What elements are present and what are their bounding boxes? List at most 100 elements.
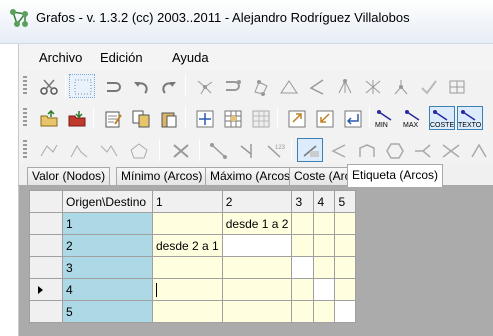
save-file-button[interactable]: [63, 106, 89, 130]
graph-angle-button[interactable]: [303, 74, 329, 98]
graph-shape-4-button[interactable]: [125, 138, 151, 162]
delete-graph-icon: [173, 144, 189, 158]
grid-cell[interactable]: [334, 278, 357, 301]
menu-ayuda[interactable]: Ayuda: [172, 50, 209, 65]
coste-mode-button[interactable]: COSTE: [429, 106, 455, 130]
undo-button[interactable]: [127, 74, 153, 98]
graph-shape-1-button[interactable]: [35, 138, 61, 162]
grid-cell[interactable]: [313, 234, 336, 257]
grid-cell[interactable]: [313, 256, 336, 279]
paste-sheet-button[interactable]: [155, 106, 181, 130]
shape-tool-b-button[interactable]: [353, 138, 379, 162]
grid-cell[interactable]: [221, 234, 293, 257]
row-selector[interactable]: [29, 256, 63, 279]
graph-shape-3-button[interactable]: [95, 138, 121, 162]
graph-cut-button[interactable]: [219, 74, 245, 98]
row-selector[interactable]: [29, 300, 63, 323]
tab-maximo-arcos[interactable]: Máximo (Arcos): [205, 167, 300, 186]
grid-cell[interactable]: [334, 300, 357, 323]
graph-grid-button[interactable]: [443, 74, 469, 98]
shape-tool-a-button[interactable]: [325, 138, 351, 162]
graph-check-button[interactable]: [415, 74, 441, 98]
tab-etiqueta-arcos[interactable]: Etiqueta (Arcos): [347, 164, 444, 187]
delete-graph-button[interactable]: [167, 138, 193, 162]
column-header[interactable]: 5: [334, 190, 357, 213]
grid-cell[interactable]: desde 1 a 2: [221, 212, 293, 235]
edit-sheet-button[interactable]: [99, 106, 125, 130]
grid-cell[interactable]: [152, 256, 223, 279]
row-header[interactable]: 5: [62, 300, 153, 323]
graph-tree-button[interactable]: [331, 74, 357, 98]
select-tool-button[interactable]: [69, 74, 95, 98]
copy-sheet-button[interactable]: [127, 106, 153, 130]
texto-mode-button[interactable]: TEXTO: [457, 106, 483, 130]
grid-cell[interactable]: desde 2 a 1: [152, 234, 223, 257]
tab-minimo-arcos[interactable]: Mínimo (Arcos): [116, 167, 208, 186]
column-header[interactable]: 3: [291, 190, 315, 213]
arc-tool-1-button[interactable]: [205, 138, 231, 162]
toolbar-grip[interactable]: [23, 140, 27, 160]
grid-cell[interactable]: [152, 300, 223, 323]
row-header[interactable]: 1: [62, 212, 153, 235]
graph-node-tool-button[interactable]: [191, 74, 217, 98]
grid-cell[interactable]: [313, 300, 336, 323]
shape-tool-e-button[interactable]: [437, 138, 463, 162]
matrix-button[interactable]: [219, 106, 245, 130]
grid-cell[interactable]: [313, 278, 336, 301]
import-button[interactable]: [311, 106, 337, 130]
menu-archivo[interactable]: Archivo: [39, 50, 82, 65]
export-button[interactable]: [283, 106, 309, 130]
open-file-button[interactable]: [35, 106, 61, 130]
grid-cell[interactable]: [291, 234, 315, 257]
grid-cell-editing[interactable]: [152, 278, 223, 301]
grid-cell[interactable]: [291, 256, 315, 279]
arc-weight-button[interactable]: 123: [261, 138, 287, 162]
return-button[interactable]: [339, 106, 365, 130]
grid-cell[interactable]: [334, 256, 357, 279]
graph-triangle-button[interactable]: [275, 74, 301, 98]
cut-button[interactable]: [35, 74, 61, 98]
grid-cell[interactable]: [221, 256, 293, 279]
toolbar-grip[interactable]: [23, 76, 27, 96]
shape-tool-f-button[interactable]: [465, 138, 491, 162]
grid-cell[interactable]: [313, 212, 336, 235]
grid-cell[interactable]: [221, 278, 293, 301]
column-header[interactable]: 4: [313, 190, 336, 213]
redo-button[interactable]: [155, 74, 181, 98]
row-selector[interactable]: [29, 234, 63, 257]
grid-cell[interactable]: [221, 300, 293, 323]
matrix-disabled-button[interactable]: [247, 106, 273, 130]
node-select-icon: [197, 80, 213, 95]
grid-cell[interactable]: [152, 212, 223, 235]
shape-tool-d-button[interactable]: [409, 138, 435, 162]
row-selector[interactable]: [29, 212, 63, 235]
min-mode-button[interactable]: MIN: [373, 106, 399, 130]
row-header[interactable]: 2: [62, 234, 153, 257]
column-header[interactable]: 2: [221, 190, 293, 213]
shape-tool-c-button[interactable]: [381, 138, 407, 162]
arc-edit-button[interactable]: [297, 138, 323, 162]
graph-tree2-button[interactable]: [387, 74, 413, 98]
current-row-indicator[interactable]: [29, 278, 63, 301]
tab-valor-nodos[interactable]: Valor (Nodos): [27, 167, 111, 186]
graph-shape-2-button[interactable]: [65, 138, 91, 162]
grid-cell[interactable]: [334, 212, 357, 235]
arc-vertical-icon: [240, 144, 252, 158]
row-header[interactable]: 3: [62, 256, 153, 279]
move-button[interactable]: [191, 106, 217, 130]
max-mode-button[interactable]: MAX: [401, 106, 427, 130]
label-grid: Origen\Destino 1 2 3 4 5 1 desde 1 a 2 2…: [29, 190, 357, 323]
row-header[interactable]: 4: [62, 278, 153, 301]
column-header[interactable]: 1: [152, 190, 223, 213]
graph-star-button[interactable]: [359, 74, 385, 98]
graph-rotate-button[interactable]: [247, 74, 273, 98]
grid-cell[interactable]: [291, 278, 315, 301]
arc-tool-2-button[interactable]: [233, 138, 259, 162]
link-button[interactable]: [99, 74, 125, 98]
grid-cell[interactable]: [334, 234, 357, 257]
menu-edicion[interactable]: Edición: [100, 50, 143, 65]
toolbar-grip[interactable]: [23, 108, 27, 128]
grid-cell[interactable]: [291, 212, 315, 235]
grid-cell[interactable]: [291, 300, 315, 323]
arc-line-icon: [210, 143, 227, 159]
